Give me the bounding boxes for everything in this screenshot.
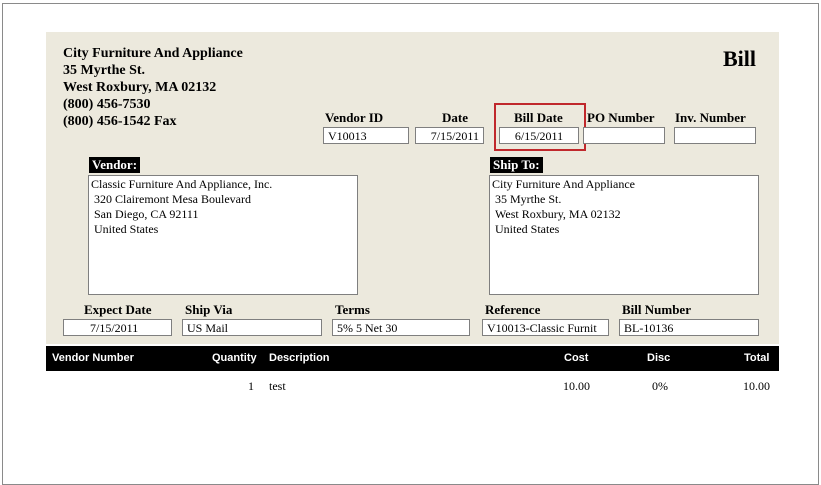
terms-field[interactable]: 5% 5 Net 30: [332, 319, 470, 336]
company-street: 35 Myrthe St.: [63, 63, 146, 78]
inv-number-label: Inv. Number: [675, 110, 746, 125]
vendor-id-field[interactable]: V10013: [323, 127, 409, 144]
item-quantity: 1: [248, 379, 254, 393]
expect-date-label: Expect Date: [84, 302, 152, 317]
bill-date-field[interactable]: 6/15/2011: [499, 127, 579, 144]
col-disc: Disc: [647, 352, 671, 364]
date-field[interactable]: 7/15/2011: [415, 127, 484, 144]
document-title: Bill: [723, 46, 757, 71]
po-number-field[interactable]: [583, 127, 665, 144]
ship-to-address-box[interactable]: City Furniture And Appliance 35 Myrthe S…: [489, 175, 759, 295]
ship-via-field[interactable]: US Mail: [182, 319, 322, 336]
ship-to-address-line: 35 Myrthe St.: [495, 192, 562, 206]
ship-via-label: Ship Via: [185, 302, 233, 317]
item-disc: 0%: [652, 379, 668, 393]
ship-to-label: Ship To:: [490, 157, 543, 173]
vendor-label: Vendor:: [89, 157, 141, 173]
po-number-label: PO Number: [587, 110, 655, 125]
col-description: Description: [269, 352, 330, 364]
company-phone: (800) 456-7530: [63, 97, 151, 112]
company-block: City Furniture And Appliance 35 Myrthe S…: [63, 45, 243, 130]
terms-label: Terms: [335, 302, 370, 317]
company-name: City Furniture And Appliance: [63, 46, 243, 61]
company-fax: (800) 456-1542 Fax: [63, 114, 177, 129]
reference-label: Reference: [485, 302, 541, 317]
item-description: test: [269, 379, 286, 393]
ship-to-address-line: City Furniture And Appliance: [492, 177, 635, 191]
line-items-header: Vendor Number Quantity Description Cost …: [46, 346, 779, 371]
inv-number-field[interactable]: [674, 127, 756, 144]
bill-number-label: Bill Number: [622, 302, 691, 317]
item-cost: 10.00: [563, 379, 590, 393]
col-vendor-number: Vendor Number: [52, 352, 134, 364]
vendor-address-box[interactable]: Classic Furniture And Appliance, Inc. 32…: [88, 175, 358, 295]
vendor-address-line: United States: [94, 222, 159, 236]
bill-date-label: Bill Date: [514, 110, 563, 125]
col-cost: Cost: [564, 352, 589, 364]
ship-to-address-line: United States: [495, 222, 560, 236]
vendor-address-line: 320 Clairemont Mesa Boulevard: [94, 192, 251, 206]
date-label: Date: [442, 110, 468, 125]
ship-to-address-line: West Roxbury, MA 02132: [495, 207, 621, 221]
vendor-address-line: Classic Furniture And Appliance, Inc.: [91, 177, 273, 191]
bill-number-field[interactable]: BL-10136: [619, 319, 759, 336]
col-quantity: Quantity: [212, 352, 257, 364]
col-total: Total: [744, 352, 770, 364]
reference-field[interactable]: V10013-Classic Furnit: [482, 319, 609, 336]
item-total: 10.00: [743, 379, 770, 393]
company-city: West Roxbury, MA 02132: [63, 80, 217, 95]
vendor-id-label: Vendor ID: [325, 110, 384, 125]
vendor-address-line: San Diego, CA 92111: [94, 207, 199, 221]
expect-date-field[interactable]: 7/15/2011: [63, 319, 172, 336]
